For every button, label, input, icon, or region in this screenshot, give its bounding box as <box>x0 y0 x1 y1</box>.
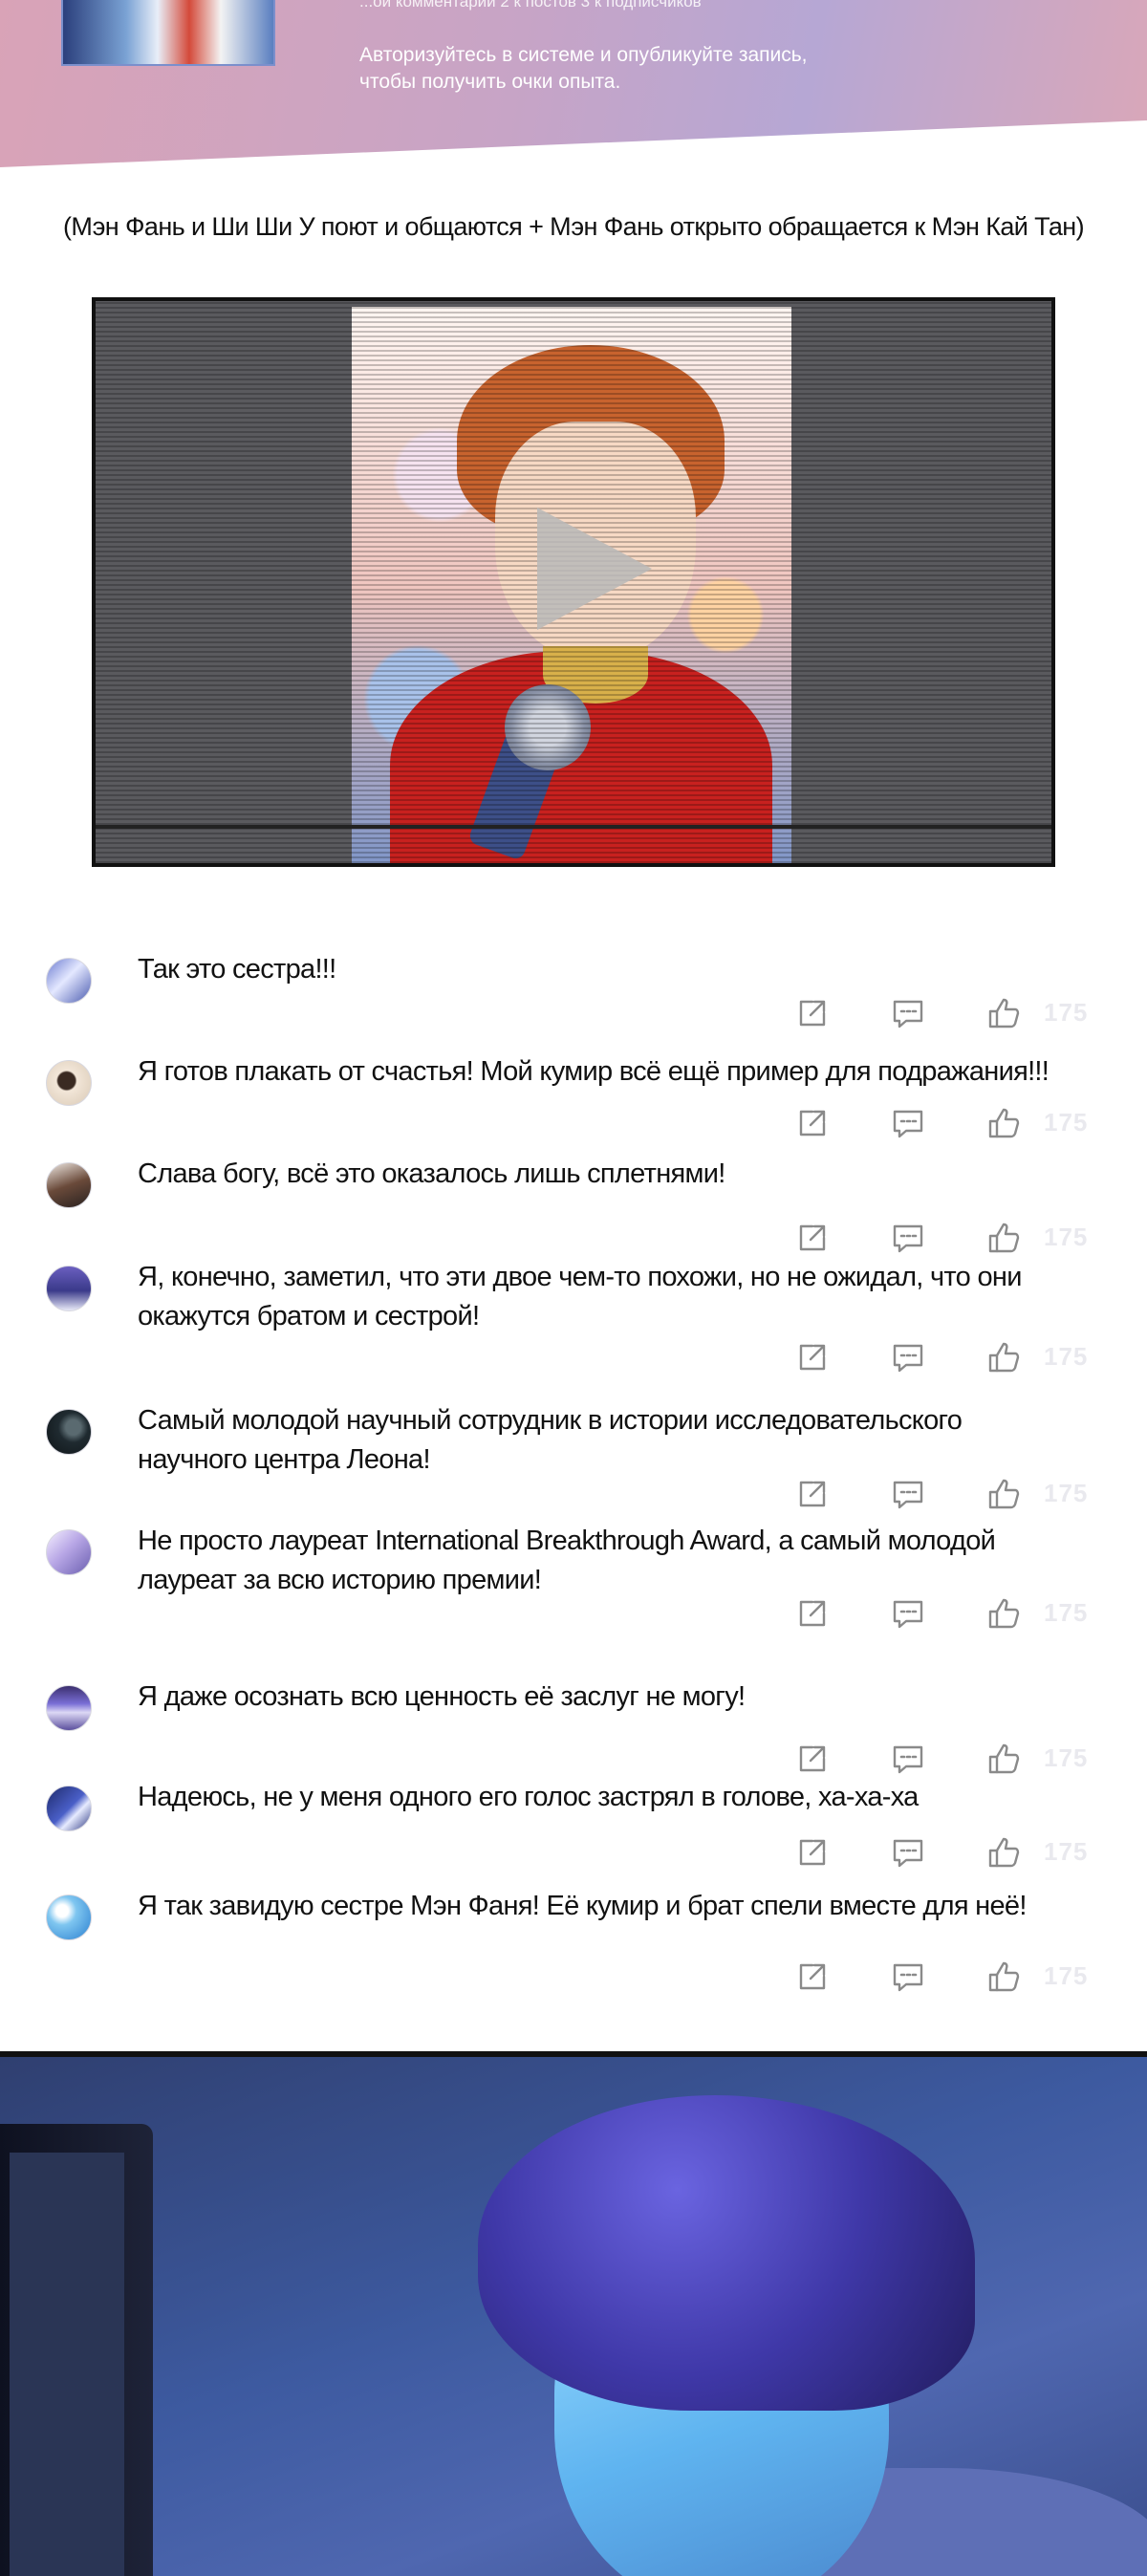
thumbs-up-icon[interactable] <box>985 1833 1023 1872</box>
comment-icon[interactable] <box>889 1740 927 1778</box>
share-icon[interactable] <box>793 1958 832 1996</box>
banner-thumbnail-image[interactable] <box>61 0 275 66</box>
monitor-screen <box>10 2153 124 2576</box>
thumbs-up-icon[interactable] <box>985 1594 1023 1633</box>
thumbs-up-icon[interactable] <box>985 1740 1023 1778</box>
like-count: 175 <box>1044 1223 1089 1251</box>
avatar[interactable] <box>46 1162 92 1208</box>
share-icon[interactable] <box>793 994 832 1032</box>
share-icon[interactable] <box>793 1104 832 1142</box>
comment-text: Я, конечно, заметил, что эти двое чем-то… <box>138 1262 1022 1331</box>
comment-text: Я даже осознать всю ценность её заслуг н… <box>138 1681 746 1712</box>
avatar[interactable] <box>46 1685 92 1731</box>
comment-actions: 175 <box>793 1958 1118 1996</box>
comment-text: Слава богу, всё это оказалось лишь сплет… <box>138 1158 725 1189</box>
avatar[interactable] <box>46 1060 92 1106</box>
comment-actions: 175 <box>793 1594 1118 1633</box>
banner-stats-text: ...ой комментарий 2 к постов 3 к подписч… <box>359 0 702 11</box>
comment-text: Самый молодой научный сотрудник в истори… <box>138 1405 963 1475</box>
play-icon[interactable] <box>537 508 652 630</box>
banner-login-hint: Авторизуйтесь в системе и опубликуйте за… <box>359 44 808 93</box>
comment-icon[interactable] <box>889 1594 927 1633</box>
avatar[interactable] <box>46 1409 92 1455</box>
computer-monitor <box>0 2124 153 2576</box>
thumbs-up-icon[interactable] <box>985 1104 1023 1142</box>
like-count: 175 <box>1044 1342 1089 1371</box>
comment-actions: 175 <box>793 1219 1118 1257</box>
like-count: 175 <box>1044 1108 1089 1136</box>
avatar[interactable] <box>46 1266 92 1311</box>
share-icon[interactable] <box>793 1338 832 1376</box>
avatar[interactable] <box>46 1894 92 1940</box>
comment-icon[interactable] <box>889 994 927 1032</box>
thumbs-up-icon[interactable] <box>985 1475 1023 1513</box>
like-count: 175 <box>1044 1743 1089 1772</box>
comic-panel-image <box>0 2051 1147 2576</box>
share-icon[interactable] <box>793 1833 832 1872</box>
like-count: 175 <box>1044 1961 1089 1990</box>
like-count: 175 <box>1044 1598 1089 1627</box>
comment-actions: 175 <box>793 1104 1118 1142</box>
share-icon[interactable] <box>793 1740 832 1778</box>
thumbs-up-icon[interactable] <box>985 1219 1023 1257</box>
comment-text: Надеюсь, не у меня одного его голос заст… <box>138 1782 919 1812</box>
comment-text: Не просто лауреат International Breakthr… <box>138 1526 996 1595</box>
microphone-head <box>505 684 591 770</box>
video-player[interactable] <box>92 297 1055 867</box>
comment-text: Я так завидую сестре Мэн Фаня! Её кумир … <box>138 1891 1027 1921</box>
comment-icon[interactable] <box>889 1833 927 1872</box>
scene-caption: (Мэн Фань и Ши Ши У поют и общаются + Мэ… <box>63 212 1085 241</box>
video-progress-bar[interactable] <box>96 825 1051 829</box>
like-count: 175 <box>1044 1479 1089 1507</box>
share-icon[interactable] <box>793 1594 832 1633</box>
avatar[interactable] <box>46 1786 92 1831</box>
avatar[interactable] <box>46 1529 92 1575</box>
comment-actions: 175 <box>793 1833 1118 1872</box>
thumbs-up-icon[interactable] <box>985 994 1023 1032</box>
comment-actions: 175 <box>793 1475 1118 1513</box>
comment-text: Я готов плакать от счастья! Мой кумир вс… <box>138 1056 1050 1087</box>
comment-icon[interactable] <box>889 1219 927 1257</box>
share-icon[interactable] <box>793 1475 832 1513</box>
comment-icon[interactable] <box>889 1104 927 1142</box>
comment-actions: 175 <box>793 1740 1118 1778</box>
thumbs-up-icon[interactable] <box>985 1958 1023 1996</box>
comment-actions: 175 <box>793 1338 1118 1376</box>
comment-icon[interactable] <box>889 1475 927 1513</box>
like-count: 175 <box>1044 998 1089 1027</box>
comment-icon[interactable] <box>889 1958 927 1996</box>
promo-banner: ...ой комментарий 2 к постов 3 к подписч… <box>0 0 1147 167</box>
comment-text: Так это сестра!!! <box>138 954 336 985</box>
thumbs-up-icon[interactable] <box>985 1338 1023 1376</box>
share-icon[interactable] <box>793 1219 832 1257</box>
avatar[interactable] <box>46 958 92 1004</box>
comment-icon[interactable] <box>889 1338 927 1376</box>
like-count: 175 <box>1044 1837 1089 1866</box>
man-hair <box>478 2095 975 2411</box>
comment-actions: 175 <box>793 994 1118 1032</box>
